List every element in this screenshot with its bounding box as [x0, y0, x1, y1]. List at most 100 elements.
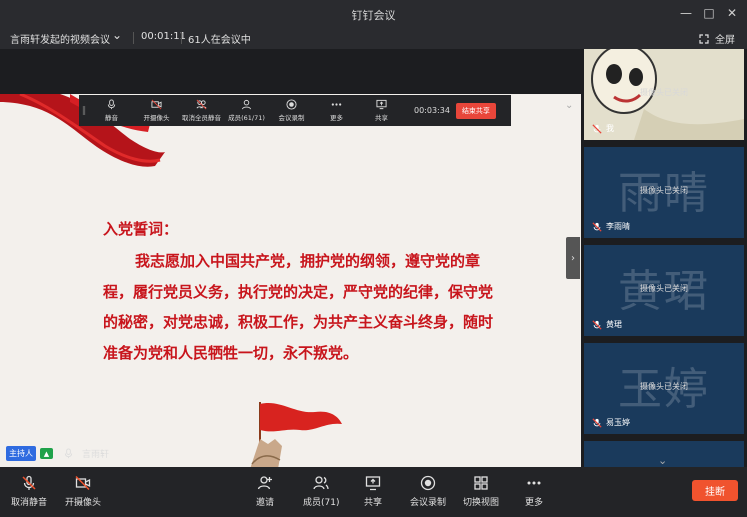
- title-bar: 钉钉会议 — □ ✕: [0, 0, 747, 27]
- invite-button[interactable]: 邀请: [256, 475, 274, 508]
- microphone-icon: [64, 448, 73, 459]
- share-timer: 00:03:34: [414, 106, 450, 115]
- record-button[interactable]: 会议录制: [410, 475, 446, 508]
- share-item-label: 成员(61/71): [228, 114, 265, 122]
- share-more-button[interactable]: 更多: [314, 99, 359, 122]
- camera-button[interactable]: 开摄像头: [65, 475, 101, 508]
- meeting-duration: 00:01:11: [141, 31, 186, 42]
- minimize-icon[interactable]: —: [674, 4, 698, 22]
- host-bar: 主持人 ▲ 言雨轩: [0, 444, 109, 463]
- invite-label: 邀请: [256, 498, 275, 508]
- chevron-down-icon[interactable]: ⌄: [565, 100, 573, 111]
- camera-off-icon: [151, 99, 162, 110]
- participant-count: 61人在会议中: [188, 35, 251, 46]
- grid-view-icon: [474, 476, 488, 490]
- users-mute-icon: [196, 99, 207, 110]
- record-label: 会议录制: [410, 498, 447, 508]
- mic-muted-icon: [592, 123, 602, 134]
- shared-slide: 入党誓词： 我志愿加入中国共产党，拥护党的纲领，遵守党的章程，履行党员义务，执行…: [0, 94, 581, 469]
- collapse-panel-button[interactable]: ›: [566, 237, 580, 279]
- more-button[interactable]: 更多: [525, 475, 543, 508]
- unmute-label: 取消静音: [11, 498, 48, 508]
- share-camera-button[interactable]: 开摄像头: [134, 99, 179, 122]
- participant-name-row: 李雨晴: [592, 221, 630, 232]
- chevron-down-icon[interactable]: ⌄: [658, 454, 667, 467]
- share-screen-icon: [365, 476, 381, 491]
- unmute-button[interactable]: 取消静音: [11, 475, 47, 508]
- participant-name: 我: [606, 124, 614, 133]
- share-button[interactable]: 共享: [364, 475, 382, 508]
- participant-name-row: 黄珺: [592, 319, 622, 330]
- divider: [133, 32, 134, 44]
- more-icon: [527, 481, 541, 485]
- share-item-label: 共享: [375, 114, 388, 122]
- host-badge: 主持人: [6, 446, 36, 461]
- participant-tile[interactable]: 玉婷 摄像头已关闭 易玉婷: [584, 343, 744, 434]
- invite-icon: [257, 476, 272, 490]
- shared-screen-area: 入党誓词： 我志愿加入中国共产党，拥护党的纲领，遵守党的章程，履行党员义务，执行…: [0, 49, 581, 469]
- fullscreen-button[interactable]: 全屏: [699, 31, 735, 46]
- flag-illustration: [250, 402, 342, 469]
- participant-name: 黄珺: [606, 320, 622, 329]
- camera-off-status: 摄像头已关闭: [640, 186, 688, 195]
- participant-tile[interactable]: 黄珺 摄像头已关闭 黄珺: [584, 245, 744, 336]
- participant-tile[interactable]: 摄像头已关闭 我: [584, 49, 744, 140]
- switch-view-button[interactable]: 切换视图: [463, 475, 499, 508]
- share-label: 共享: [364, 498, 383, 508]
- host-name: 言雨轩: [82, 450, 110, 460]
- maximize-icon[interactable]: □: [697, 4, 721, 22]
- window-title: 钉钉会议: [351, 9, 396, 22]
- chevron-right-icon: ›: [571, 252, 575, 264]
- share-members-button[interactable]: 成员(61/71): [224, 99, 269, 122]
- share-item-label: 会议录制: [278, 114, 305, 122]
- participant-name-row: 我: [592, 123, 614, 134]
- microphone-muted-icon: [22, 475, 36, 490]
- participant-panel: 摄像头已关闭 我 雨晴 摄像头已关闭 李雨晴 黄珺 摄像头已关闭 黄珺 玉婷 摄…: [581, 49, 747, 467]
- participant-tile[interactable]: 雨晴 摄像头已关闭 李雨晴: [584, 147, 744, 238]
- participant-name: 李雨晴: [606, 222, 630, 231]
- divider: [181, 32, 182, 44]
- mic-muted-icon: [592, 319, 602, 330]
- record-icon: [420, 475, 436, 491]
- participant-name: 易玉婷: [606, 418, 630, 427]
- more-icon: [331, 103, 342, 106]
- slide-body: 我志愿加入中国共产党，拥护党的纲领，遵守党的章程，履行党员义务，执行党的决定，严…: [103, 252, 494, 362]
- share-unmute-all-button[interactable]: 取消全员静音: [179, 99, 224, 122]
- switch-view-label: 切换视图: [463, 498, 500, 508]
- hangup-button[interactable]: 挂断: [692, 480, 738, 501]
- share-screen-icon: [376, 99, 387, 110]
- members-button[interactable]: 成员(71): [303, 475, 339, 508]
- share-status-icon: ▲: [40, 448, 53, 459]
- participant-name-row: 易玉婷: [592, 417, 630, 428]
- share-mute-button[interactable]: 静音: [89, 99, 134, 122]
- more-label: 更多: [525, 498, 544, 508]
- microphone-icon: [107, 99, 116, 110]
- record-icon: [286, 99, 297, 110]
- stop-share-button[interactable]: 结束共享: [455, 102, 496, 119]
- camera-off-status: 摄像头已关闭: [640, 88, 688, 97]
- meeting-name[interactable]: 言雨轩发起的视频会议: [10, 31, 110, 46]
- camera-off-status: 摄像头已关闭: [640, 382, 688, 391]
- camera-label: 开摄像头: [65, 498, 102, 508]
- share-item-label: 取消全员静音: [182, 114, 221, 122]
- screen-share-toolbar: ‖ 静音 开摄像头 取消全员静音 成员(61/71) 会议录制 更多 共享 00…: [79, 95, 511, 126]
- share-share-button[interactable]: 共享: [359, 99, 404, 122]
- fullscreen-label: 全屏: [715, 35, 735, 46]
- slide-title: 入党誓词：: [103, 220, 179, 238]
- members-icon: [241, 99, 252, 110]
- meeting-window: 钉钉会议 — □ ✕ 言雨轩发起的视频会议 ⌄ 00:01:11 61人在会议中…: [0, 0, 747, 517]
- camera-off-status: 摄像头已关闭: [640, 284, 688, 293]
- members-label: 成员(71): [303, 498, 340, 508]
- mic-muted-icon: [592, 417, 602, 428]
- chevron-down-icon[interactable]: ⌄: [112, 28, 122, 42]
- share-item-label: 更多: [330, 114, 343, 122]
- share-item-label: 静音: [105, 114, 118, 122]
- fullscreen-icon: [699, 33, 709, 44]
- meeting-info-bar: 言雨轩发起的视频会议 ⌄ 00:01:11 61人在会议中 全屏: [0, 27, 747, 49]
- share-record-button[interactable]: 会议录制: [269, 99, 314, 122]
- share-item-label: 开摄像头: [143, 114, 170, 122]
- close-icon[interactable]: ✕: [720, 4, 744, 22]
- bottom-toolbar: 取消静音 开摄像头 邀请 成员(71) 共享 会议录制 切换视图 更多: [0, 467, 747, 517]
- drag-handle-icon[interactable]: ‖: [79, 95, 89, 126]
- members-icon: [313, 476, 329, 490]
